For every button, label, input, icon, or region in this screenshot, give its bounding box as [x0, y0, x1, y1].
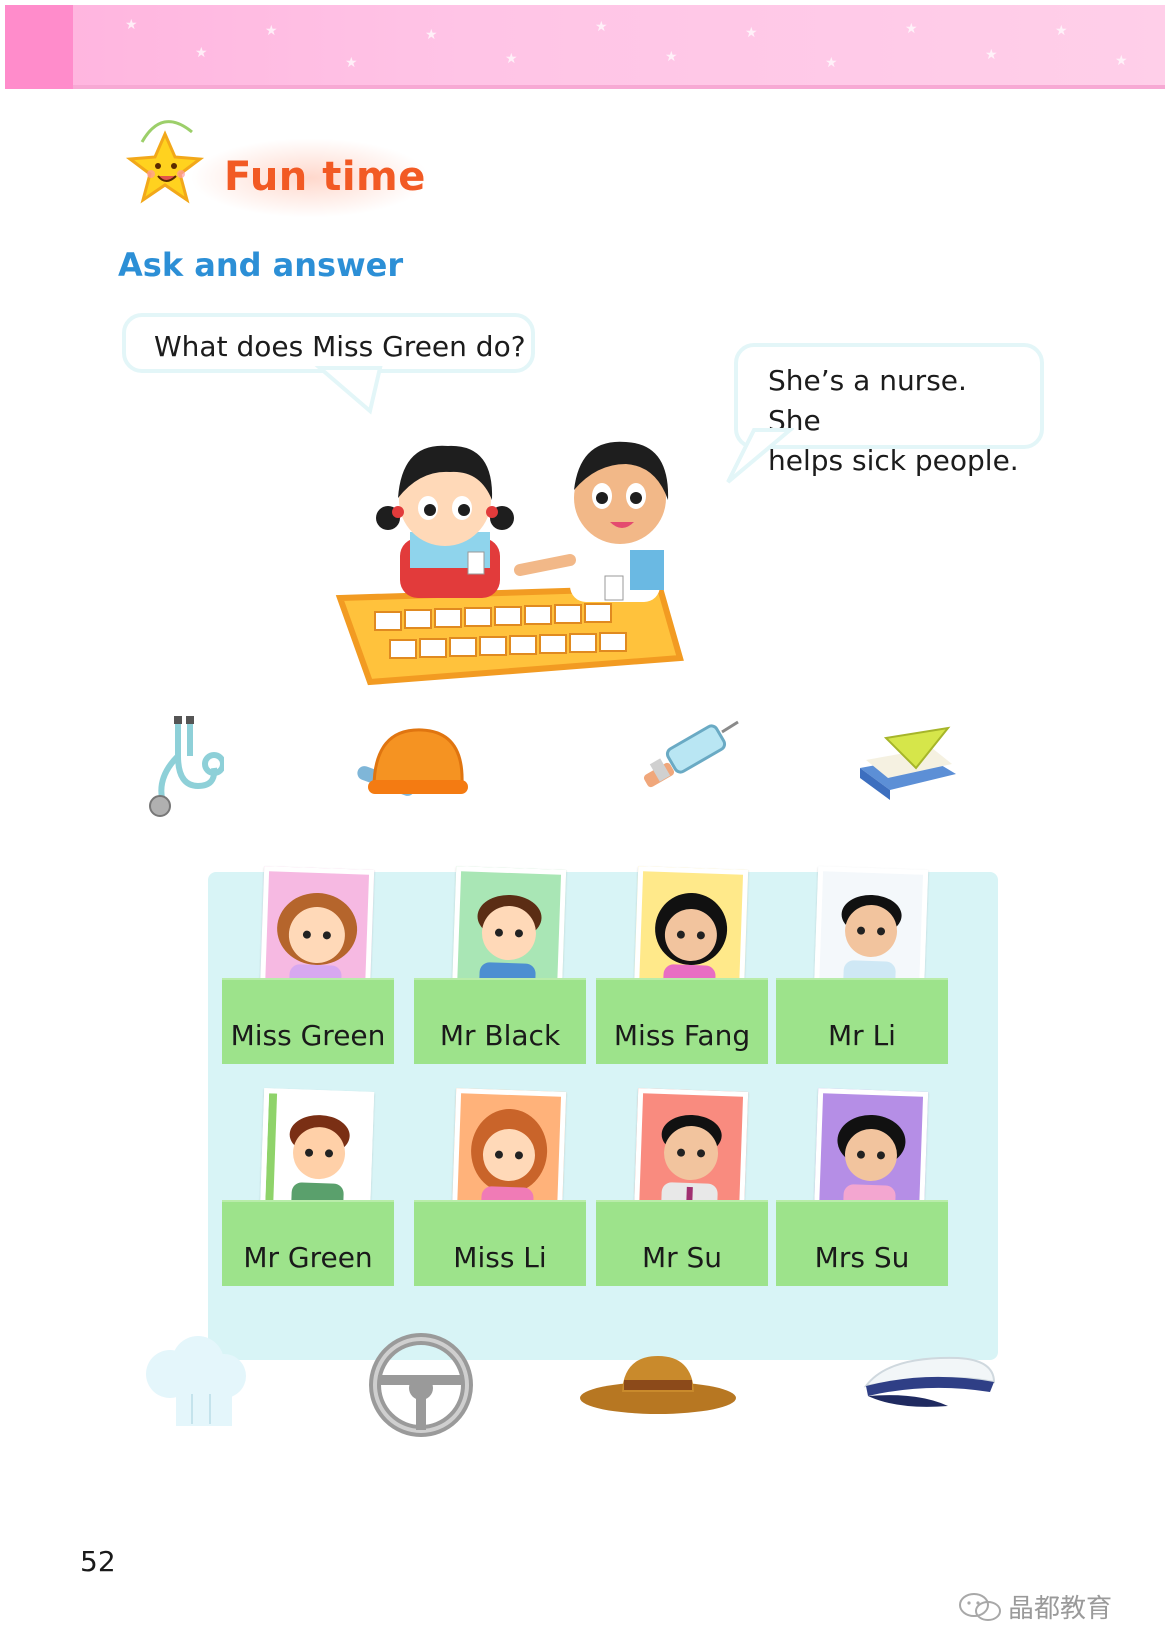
straw-hat-icon [578, 1350, 738, 1420]
question-bubble: What does Miss Green do? [122, 313, 535, 373]
card-name: Mr Li [776, 978, 948, 1064]
card-mr-green[interactable]: Mr Green [222, 1088, 394, 1302]
question-bubble-tail [314, 366, 383, 415]
top-banner: ★ ★ ★ ★ ★ ★ ★ ★ ★ ★ ★ ★ ★ ★ [5, 5, 1165, 89]
chef-hat-icon [140, 1334, 250, 1430]
card-name: Mr Black [414, 978, 586, 1064]
watermark-text: 晶都教育 [1008, 1594, 1113, 1624]
answer-line-2: helps sick people. [768, 444, 1019, 477]
activity-title: Ask and answer [118, 246, 404, 284]
card-name: Miss Fang [596, 978, 768, 1064]
answer-bubble-tail [726, 428, 794, 484]
books-ruler-icon [856, 720, 962, 806]
captain-cap-icon [858, 1352, 1000, 1412]
stethoscope-icon [138, 716, 224, 822]
card-name: Miss Li [414, 1200, 586, 1286]
card-mr-su[interactable]: Mr Su [596, 1088, 768, 1302]
card-mr-black[interactable]: Mr Black [414, 866, 586, 1080]
card-miss-fang[interactable]: Miss Fang [596, 866, 768, 1080]
question-text: What does Miss Green do? [154, 330, 526, 363]
watermark: 晶都教育 [958, 1588, 1112, 1625]
syringe-icon [638, 716, 742, 806]
card-miss-green[interactable]: Miss Green [222, 866, 394, 1080]
answer-line-1: She’s a nurse. She [768, 364, 967, 437]
card-mr-li[interactable]: Mr Li [776, 866, 948, 1080]
card-name: Mrs Su [776, 1200, 948, 1286]
banner-star-pattern: ★ ★ ★ ★ ★ ★ ★ ★ ★ ★ ★ ★ ★ ★ [125, 17, 1128, 71]
card-mrs-su[interactable]: Mrs Su [776, 1088, 948, 1302]
children-playing-memory-game [330, 420, 710, 720]
wechat-icon [959, 1592, 1001, 1621]
page-number: 52 [80, 1545, 116, 1578]
card-miss-li[interactable]: Miss Li [414, 1088, 586, 1302]
card-name: Mr Green [222, 1200, 394, 1286]
section-label: Fun time [224, 154, 426, 200]
steering-wheel-icon [366, 1330, 476, 1440]
card-name: Miss Green [222, 978, 394, 1064]
hard-hat-wrench-icon [352, 718, 470, 822]
card-name: Mr Su [596, 1200, 768, 1286]
